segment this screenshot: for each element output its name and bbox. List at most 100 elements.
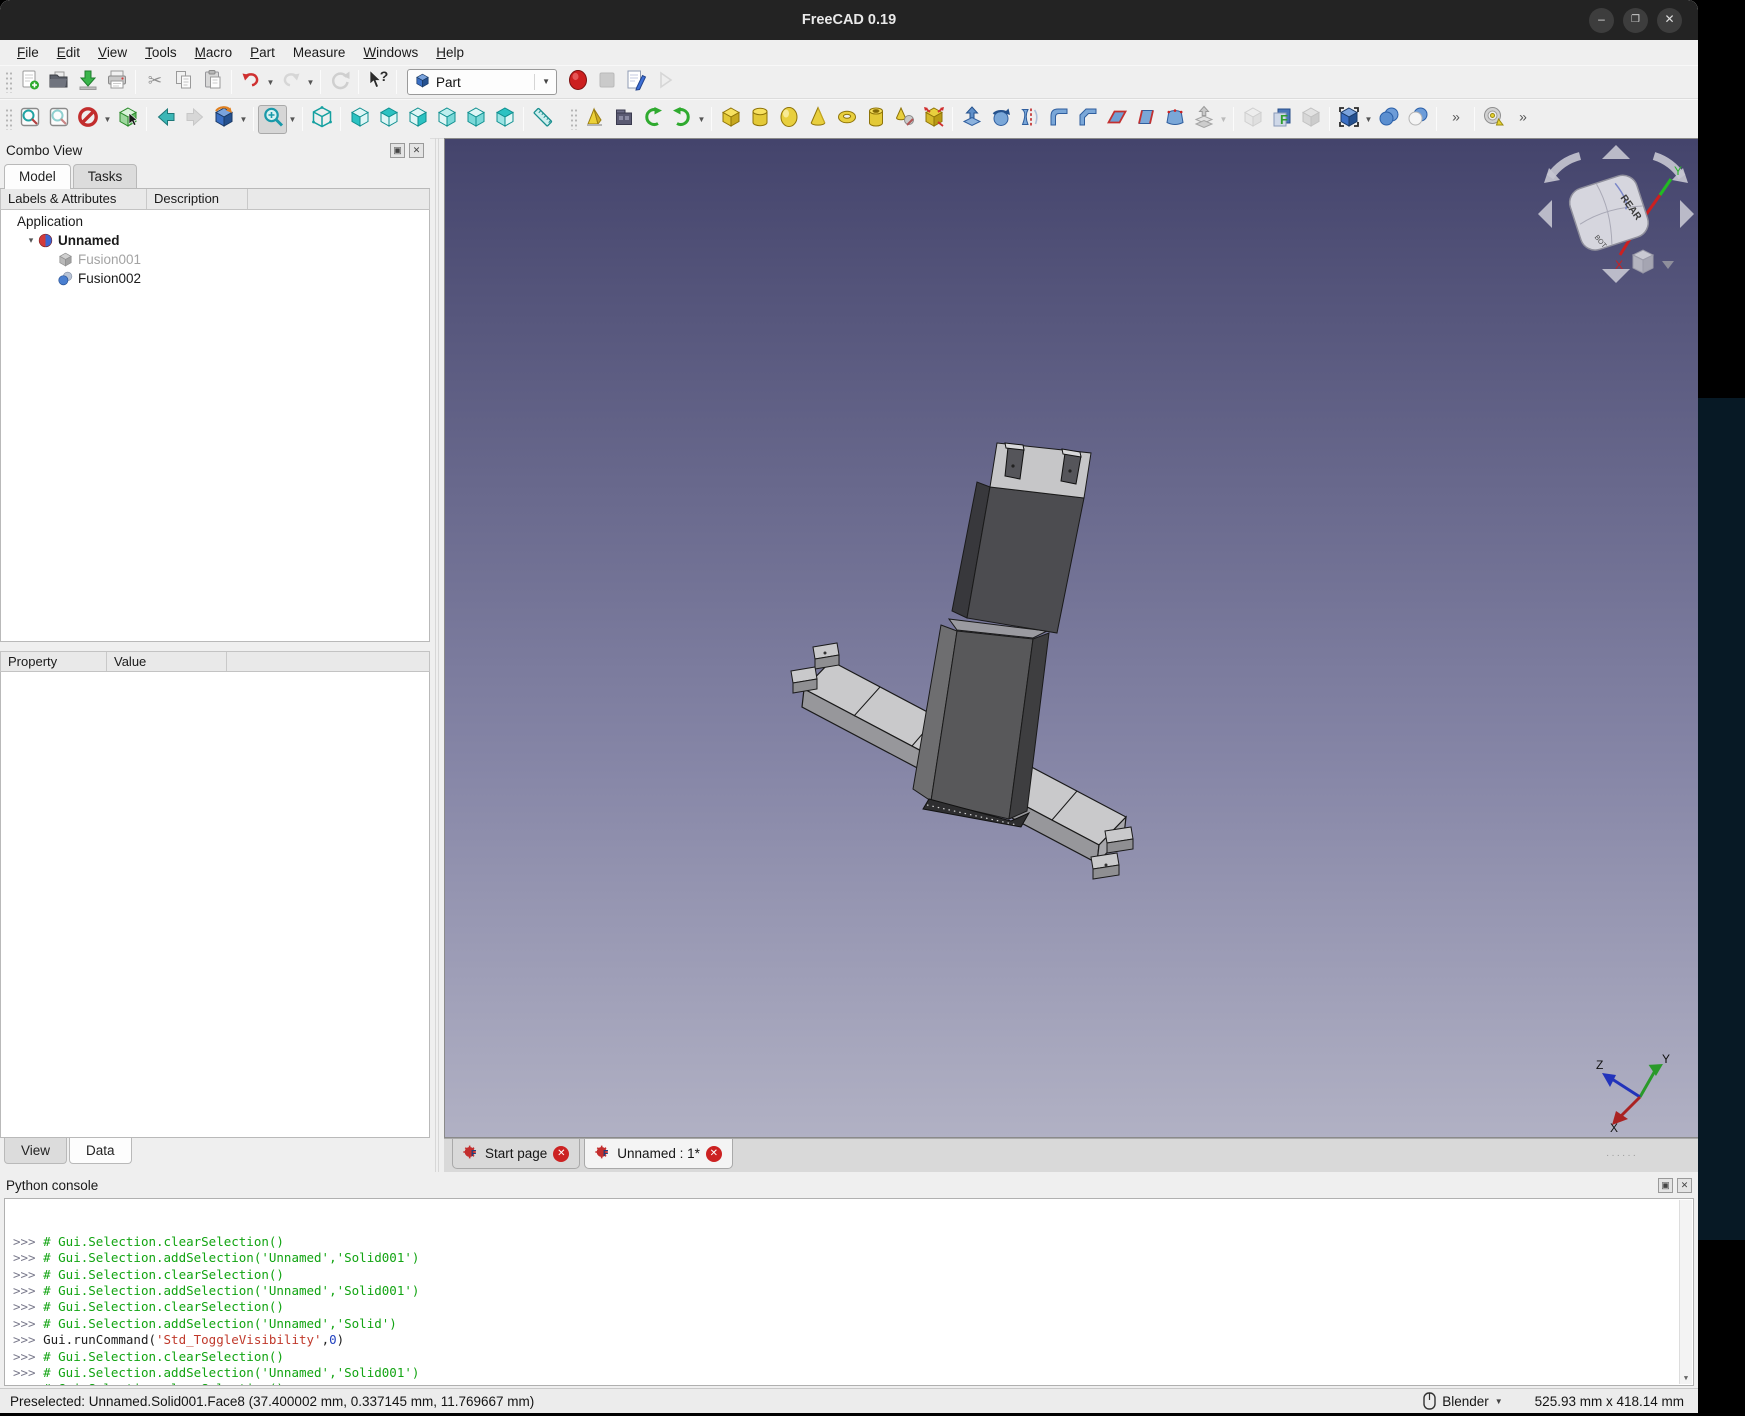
new-document-button[interactable] — [15, 68, 44, 97]
expander-icon[interactable]: ▾ — [25, 235, 37, 246]
tab-model[interactable]: Model — [4, 164, 71, 189]
view-top-button[interactable] — [374, 105, 403, 134]
zoom-tool-button[interactable] — [258, 105, 287, 134]
print-button[interactable] — [102, 68, 131, 97]
view-rear-button[interactable] — [432, 105, 461, 134]
macro-stop-button[interactable] — [592, 68, 621, 97]
zoom-tool-dropdown-icon[interactable]: ▼ — [287, 105, 298, 134]
measure-linear-button[interactable] — [1479, 105, 1508, 134]
fillet-button[interactable] — [1044, 105, 1073, 134]
python-console-output[interactable]: >>> # Gui.Selection.clearSelection()>>> … — [4, 1198, 1694, 1386]
tab-unnamed-document-close-icon[interactable]: ✕ — [706, 1146, 722, 1162]
panel-splitter[interactable] — [0, 642, 430, 651]
redo-dropdown-icon[interactable]: ▼ — [305, 68, 316, 97]
view-fit-selection-button[interactable] — [44, 105, 73, 134]
boolean-union-button[interactable] — [1374, 105, 1403, 134]
property-editor[interactable] — [0, 672, 430, 1138]
menu-file[interactable]: File — [8, 43, 48, 62]
tab-unnamed-document[interactable]: F Unnamed : 1* ✕ — [584, 1139, 733, 1169]
redo-button[interactable] — [276, 68, 305, 97]
open-document-button[interactable] — [44, 68, 73, 97]
view-left-button[interactable] — [490, 105, 519, 134]
titlebar[interactable]: FreeCAD 0.19 – ❐ ✕ — [0, 0, 1698, 40]
menu-view[interactable]: View — [89, 43, 136, 62]
console-close-icon[interactable]: ✕ — [1677, 1178, 1692, 1193]
menu-edit[interactable]: Edit — [48, 43, 89, 62]
view-isometric-button[interactable] — [307, 105, 336, 134]
link-navigate-dropdown-icon[interactable]: ▼ — [238, 105, 249, 134]
toolbar-grip[interactable] — [5, 71, 12, 93]
tab-view[interactable]: View — [4, 1138, 67, 1164]
scroll-down-icon[interactable]: ▼ — [1680, 1372, 1692, 1384]
menu-tools[interactable]: Tools — [136, 43, 186, 62]
export-shape-dropdown-icon[interactable]: ▼ — [696, 105, 707, 134]
ruled-surface-button[interactable] — [1131, 105, 1160, 134]
tree-column-description[interactable]: Description — [147, 189, 248, 209]
primitive-tube-button[interactable] — [861, 105, 890, 134]
draw-style-dropdown-icon[interactable]: ▼ — [102, 105, 113, 134]
make-compound-button[interactable] — [609, 105, 638, 134]
primitive-sphere-button[interactable] — [774, 105, 803, 134]
primitive-torus-button[interactable] — [832, 105, 861, 134]
minimize-button[interactable]: – — [1589, 8, 1614, 33]
cut-button[interactable]: ✂ — [140, 68, 169, 97]
navigation-cube[interactable]: Y X REAR BOT — [1536, 143, 1696, 293]
tab-data[interactable]: Data — [69, 1138, 132, 1164]
undo-button[interactable] — [236, 68, 265, 97]
shape-from-mesh-button[interactable] — [919, 105, 948, 134]
maximize-button[interactable]: ❐ — [1623, 8, 1648, 33]
view-fit-all-button[interactable] — [15, 105, 44, 134]
tree-item-fusion001[interactable]: Fusion001 — [1, 250, 429, 269]
tree-column-labels-attributes[interactable]: Labels & Attributes — [1, 189, 147, 209]
draw-style-button[interactable] — [73, 105, 102, 134]
menu-help[interactable]: Help — [427, 43, 473, 62]
extrude-button[interactable] — [957, 105, 986, 134]
toolbar-overflow-1-button[interactable]: » — [1441, 105, 1470, 134]
mirror-button[interactable] — [1015, 105, 1044, 134]
3d-viewport[interactable]: Y X REAR BOT — [444, 138, 1698, 1138]
console-scrollbar[interactable]: ▼ — [1679, 1200, 1692, 1384]
macro-play-button[interactable] — [650, 68, 679, 97]
macro-edit-button[interactable] — [621, 68, 650, 97]
save-document-button[interactable] — [73, 68, 102, 97]
panel-close-icon[interactable]: ✕ — [409, 143, 424, 158]
copy-button[interactable] — [169, 68, 198, 97]
nav-style-dropdown-icon[interactable]: ▼ — [1495, 1397, 1503, 1406]
property-column-value[interactable]: Value — [107, 652, 227, 671]
tree-item-unnamed[interactable]: ▾Unnamed — [1, 231, 429, 250]
view-right-button[interactable] — [403, 105, 432, 134]
thickness-button[interactable] — [1296, 105, 1325, 134]
nav-back-button[interactable] — [151, 105, 180, 134]
loft-button[interactable] — [1160, 105, 1189, 134]
toolbar-overflow-2-button[interactable]: » — [1508, 105, 1537, 134]
paste-button[interactable] — [198, 68, 227, 97]
tab-start-page[interactable]: F Start page ✕ — [452, 1139, 580, 1169]
panel-float-icon[interactable]: ▣ — [390, 143, 405, 158]
nav-forward-button[interactable] — [180, 105, 209, 134]
tree-item-fusion002[interactable]: Fusion002 — [1, 269, 429, 288]
select-bounding-box-button[interactable] — [113, 105, 142, 134]
tab-tasks[interactable]: Tasks — [73, 164, 138, 188]
measure-distance-view-button[interactable] — [528, 105, 557, 134]
sweep-button[interactable] — [1189, 105, 1218, 134]
menu-macro[interactable]: Macro — [186, 43, 242, 62]
export-shape-button[interactable] — [667, 105, 696, 134]
3d-model[interactable] — [781, 419, 1161, 899]
undo-dropdown-icon[interactable]: ▼ — [265, 68, 276, 97]
offset-3d-button[interactable] — [1238, 105, 1267, 134]
primitive-cylinder-button[interactable] — [745, 105, 774, 134]
revolve-button[interactable] — [986, 105, 1015, 134]
create-primitives-button[interactable] — [890, 105, 919, 134]
sweep-dropdown-icon[interactable]: ▼ — [1218, 105, 1229, 134]
toolbar-grip[interactable] — [5, 108, 12, 130]
view-bottom-button[interactable] — [461, 105, 490, 134]
shape-builder-button[interactable] — [580, 105, 609, 134]
primitive-box-button[interactable] — [716, 105, 745, 134]
tree-item-application[interactable]: Application — [1, 212, 429, 231]
boolean-cut-button[interactable] — [1403, 105, 1432, 134]
import-shape-button[interactable] — [638, 105, 667, 134]
main-splitter[interactable] — [430, 138, 444, 1172]
menu-part[interactable]: Part — [241, 43, 284, 62]
make-face-button[interactable] — [1102, 105, 1131, 134]
console-float-icon[interactable]: ▣ — [1658, 1178, 1673, 1193]
